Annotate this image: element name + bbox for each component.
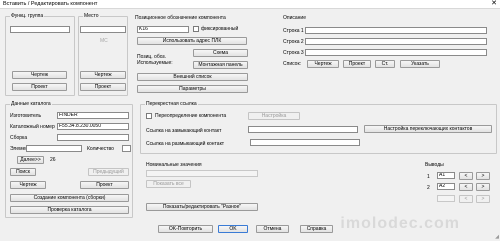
description-line3-input[interactable] xyxy=(305,49,487,56)
catalog-number-label: Каталожный номер xyxy=(10,124,55,130)
title-bar: Вставить / Редактировать компонент ✕ xyxy=(0,0,500,9)
func-group-caption: Функц. группа xyxy=(10,13,45,19)
location-caption: Место xyxy=(83,13,100,19)
catalog-caption: Данные каталога xyxy=(10,101,52,107)
qty-input[interactable] xyxy=(122,145,131,152)
ratings-input[interactable] xyxy=(146,170,258,177)
item-input[interactable] xyxy=(26,145,82,152)
pin2-prev-button[interactable]: < xyxy=(459,183,473,191)
description-default-button[interactable]: Ст. xyxy=(375,60,395,68)
catalog-project-button[interactable]: Проект xyxy=(80,181,129,189)
ok-repeat-button[interactable]: OK-Повторить xyxy=(158,225,213,233)
description-pick-button[interactable]: Указать xyxy=(400,60,440,68)
window-title: Вставить / Редактировать компонент xyxy=(3,1,98,7)
component-tag-input[interactable]: K16 xyxy=(137,26,189,33)
pin3-input[interactable] xyxy=(437,195,455,202)
close-icon[interactable]: ✕ xyxy=(491,0,497,8)
description-project-button[interactable]: Проект xyxy=(343,60,371,68)
pin1-number: 1 xyxy=(427,174,430,180)
resize-grip-icon[interactable]: ◢ xyxy=(495,234,499,240)
component-caption: Позиционное обозначение компонента xyxy=(135,15,226,21)
watermark: imolodec.com xyxy=(340,215,460,232)
use-plc-address-button[interactable]: Использовать адрес ПЛК xyxy=(137,37,247,45)
fixed-checkbox[interactable] xyxy=(193,26,199,32)
previous-button[interactable]: Предыдущий xyxy=(88,168,129,176)
pin1-prev-button[interactable]: < xyxy=(459,172,473,180)
pin1-next-button[interactable]: > xyxy=(476,172,490,180)
create-component-button[interactable]: Создание компонента (сборки) xyxy=(10,194,129,202)
catalog-drawing-button[interactable]: Чертеж xyxy=(10,181,46,189)
list-label: Список: xyxy=(283,61,302,67)
location-project-button[interactable]: Проект xyxy=(80,83,126,91)
manufacturer-input[interactable]: FINDER xyxy=(57,112,129,119)
pin1-input[interactable]: A1 xyxy=(437,172,455,179)
fixed-label: фиксированный xyxy=(201,26,239,32)
pins-caption: Выводы xyxy=(425,162,444,168)
crossref-caption: Перекрестная ссылка xyxy=(145,101,198,107)
description-line2-input[interactable] xyxy=(305,38,487,45)
pin2-number: 2 xyxy=(427,185,430,191)
ratings-caption: Номинальные значения xyxy=(146,162,202,168)
override-checkbox[interactable] xyxy=(146,113,152,119)
next-button[interactable]: Далее>> xyxy=(17,156,44,164)
description-line3-label: Строка 3 xyxy=(283,50,304,56)
func-group-project-button[interactable]: Проект xyxy=(12,83,67,91)
description-drawing-button[interactable]: Чертеж xyxy=(307,60,339,68)
description-line1-label: Строка 1 xyxy=(283,28,304,34)
schema-button[interactable]: Схема xyxy=(193,49,248,57)
func-group-drawing-button[interactable]: Чертеж xyxy=(12,71,67,79)
help-button[interactable]: Справка xyxy=(300,225,333,233)
check-catalog-button[interactable]: Проверка каталога xyxy=(10,206,129,214)
show-all-button[interactable]: Показать все xyxy=(146,180,191,188)
ok-button[interactable]: OK xyxy=(218,225,248,233)
description-line1-input[interactable] xyxy=(305,27,487,34)
override-label: Переопределение компонента xyxy=(155,113,227,119)
crossref-settings-button[interactable]: Настройка xyxy=(248,112,300,120)
nc-contact-input[interactable] xyxy=(250,139,360,146)
show-edit-misc-button[interactable]: Показать/редактировать "Разное" xyxy=(146,203,258,211)
next-count: 26 xyxy=(50,157,56,163)
pin3-next-button[interactable]: > xyxy=(476,195,490,203)
cancel-button[interactable]: Отмена xyxy=(256,225,289,233)
func-group-input[interactable] xyxy=(10,26,70,33)
description-line2-label: Строка 2 xyxy=(283,39,304,45)
no-contact-input[interactable] xyxy=(248,126,358,133)
pin2-next-button[interactable]: > xyxy=(476,183,490,191)
panel-button[interactable]: Монтажная панель xyxy=(193,61,248,69)
pin2-input[interactable]: A2 xyxy=(437,183,455,190)
location-input[interactable] xyxy=(80,26,126,33)
pin3-prev-button[interactable]: < xyxy=(459,195,473,203)
no-contact-label: Ссылка на замыкающий контакт xyxy=(146,128,222,134)
catalog-number-input[interactable]: F55.34.8.230.0050 xyxy=(57,123,129,130)
assembly-label: Сборка xyxy=(10,135,28,141)
manufacturer-label: Изготовитель xyxy=(10,113,42,119)
qty-label: Количество xyxy=(87,146,114,152)
used-label: Используемые: xyxy=(137,60,173,66)
switch-contacts-settings-button[interactable]: Настройка переключающих контактов xyxy=(364,125,492,133)
nc-contact-label: Ссылка на размыкающий контакт xyxy=(146,141,225,147)
description-caption: Описание xyxy=(283,15,307,21)
assembly-input[interactable] xyxy=(57,134,129,141)
location-drawing-button[interactable]: Чертеж xyxy=(80,71,126,79)
search-button[interactable]: Поиск xyxy=(10,168,36,176)
location-disabled-value: МС xyxy=(100,38,108,44)
params-button[interactable]: Параметры xyxy=(137,85,248,93)
external-list-button[interactable]: Внешний список xyxy=(137,73,248,81)
